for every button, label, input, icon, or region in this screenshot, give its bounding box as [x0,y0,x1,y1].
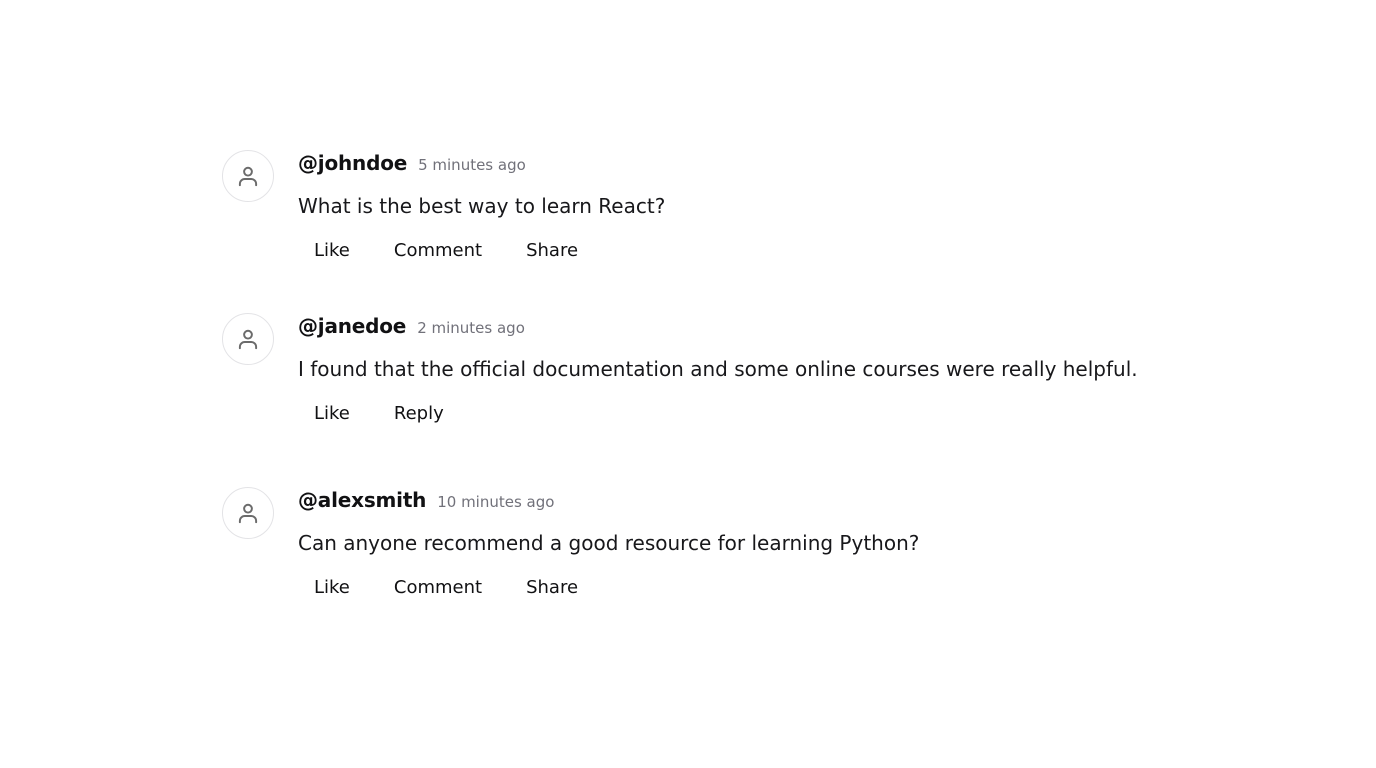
comment-text: Can anyone recommend a good resource for… [298,531,920,555]
user-icon [238,166,258,187]
like-button[interactable]: Like [298,571,366,604]
username-link[interactable]: @alexsmith [298,488,426,512]
comment-actions: Like Reply [298,397,1218,430]
comment-actions: Like Comment Share [298,234,1218,267]
comment-body: @alexsmith 10 minutes ago Can anyone rec… [298,487,1218,604]
avatar[interactable] [222,487,274,539]
comment-text: I found that the official documentation … [298,357,1138,381]
comment-button[interactable]: Comment [378,234,498,267]
username-link[interactable]: @janedoe [298,314,406,338]
comment-actions: Like Comment Share [298,571,1218,604]
timestamp: 5 minutes ago [418,156,526,174]
comment-body: @janedoe 2 minutes ago I found that the … [298,313,1218,430]
comment-button[interactable]: Comment [378,571,498,604]
user-icon [238,503,258,524]
comment-feed: @johndoe 5 minutes ago What is the best … [222,0,1222,768]
like-button[interactable]: Like [298,397,366,430]
timestamp: 10 minutes ago [437,493,555,511]
avatar[interactable] [222,313,274,365]
reply-button[interactable]: Reply [378,397,460,430]
timestamp: 2 minutes ago [417,319,525,337]
like-button[interactable]: Like [298,234,366,267]
comment-header: @janedoe 2 minutes ago [298,314,1218,346]
comment-body: @johndoe 5 minutes ago What is the best … [298,150,1218,267]
share-button[interactable]: Share [510,571,594,604]
avatar[interactable] [222,150,274,202]
comment-text: What is the best way to learn React? [298,194,666,218]
comment-header: @johndoe 5 minutes ago [298,151,1218,183]
username-link[interactable]: @johndoe [298,151,407,175]
share-button[interactable]: Share [510,234,594,267]
user-icon [238,329,258,350]
comment-header: @alexsmith 10 minutes ago [298,488,1218,520]
